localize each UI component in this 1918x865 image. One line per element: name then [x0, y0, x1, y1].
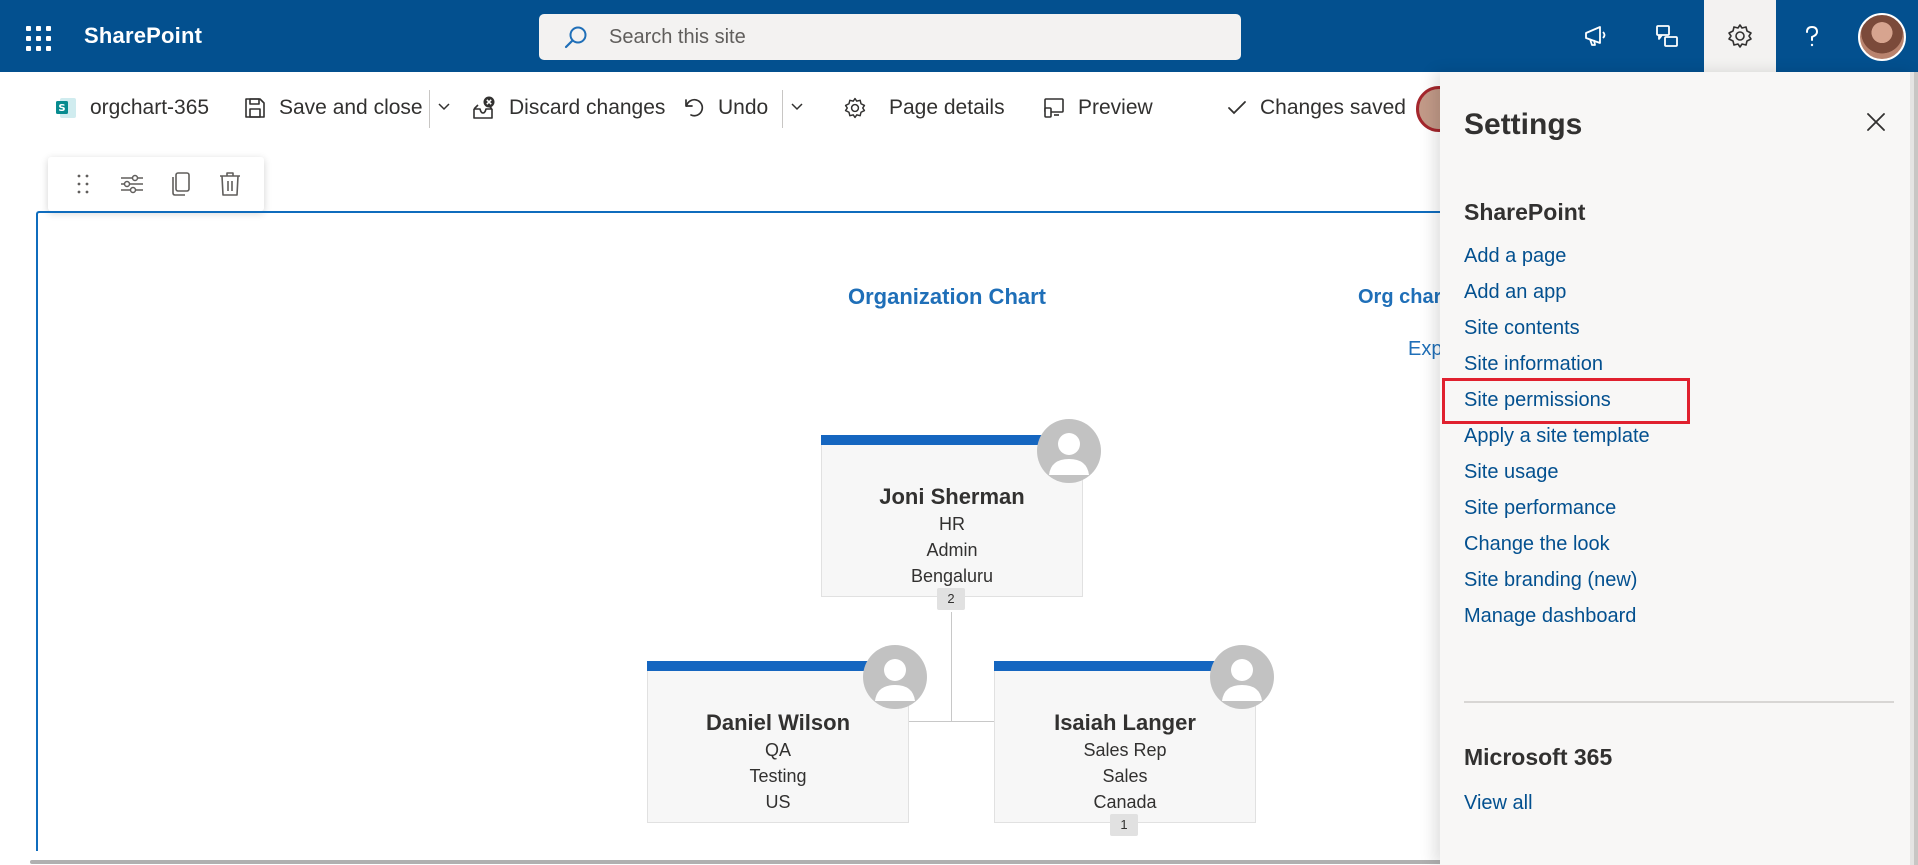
save-and-close-label: Save and close: [279, 96, 423, 119]
divider: [429, 90, 430, 128]
discard-icon: [471, 95, 497, 121]
panel-edge: [1914, 72, 1918, 865]
manage-dashboard-link[interactable]: Manage dashboard: [1464, 605, 1636, 628]
help-icon[interactable]: [1776, 0, 1848, 72]
checkmark-icon: [1226, 97, 1248, 119]
settings-title: Settings: [1464, 108, 1583, 141]
add-a-page-link[interactable]: Add a page: [1464, 245, 1566, 268]
gear-icon: [843, 96, 867, 120]
person-department: Admin: [926, 540, 978, 560]
undo-button[interactable]: Undo: [682, 90, 768, 126]
webpart-toolbar: [48, 157, 264, 211]
preview-label: Preview: [1078, 96, 1153, 119]
site-branding-link[interactable]: Site branding (new): [1464, 569, 1637, 592]
announcement-icon[interactable]: [1560, 0, 1632, 72]
save-icon: [243, 96, 267, 120]
save-and-close-button[interactable]: Save and close: [243, 90, 423, 126]
connector-line: [951, 612, 952, 722]
person-department: Testing: [749, 766, 807, 786]
site-information-link[interactable]: Site information: [1464, 353, 1603, 376]
person-title: QA: [764, 740, 791, 760]
apply-site-template-link[interactable]: Apply a site template: [1464, 425, 1650, 448]
highlight-box: [1442, 378, 1690, 424]
command-bar: S orgchart-365 Save and close Discard ch…: [0, 72, 1462, 146]
undo-label: Undo: [718, 96, 769, 119]
site-performance-link[interactable]: Site performance: [1464, 497, 1616, 520]
discard-changes-label: Discard changes: [509, 96, 666, 119]
svg-text:S: S: [58, 103, 65, 114]
person-avatar-icon: [1210, 645, 1274, 709]
discard-changes-button[interactable]: Discard changes: [471, 90, 665, 126]
report-count-badge[interactable]: 1: [1110, 814, 1138, 836]
expand-link[interactable]: Exp: [1408, 338, 1442, 361]
brand-name[interactable]: SharePoint: [84, 23, 202, 49]
page-name-label: orgchart-365: [90, 96, 210, 119]
app-launcher-icon[interactable]: [20, 20, 52, 52]
chevron-down-icon[interactable]: [790, 99, 804, 113]
page-details-button[interactable]: Page details: [843, 90, 1005, 126]
person-name: Isaiah Langer: [1054, 710, 1196, 735]
org-chart-secondary-title: Org char: [1358, 286, 1442, 308]
undo-icon: [682, 96, 706, 120]
person-avatar-icon: [863, 645, 927, 709]
person-location: US: [765, 792, 791, 812]
close-icon[interactable]: [1858, 104, 1894, 140]
edit-properties-icon[interactable]: [114, 166, 150, 202]
sharepoint-section-heading: SharePoint: [1464, 199, 1586, 225]
horizontal-scrollbar[interactable]: [30, 860, 1442, 864]
person-title: HR: [939, 514, 965, 534]
preview-button[interactable]: Preview: [1042, 90, 1153, 126]
site-usage-link[interactable]: Site usage: [1464, 461, 1559, 484]
suite-bar: SharePoint: [0, 0, 1918, 72]
person-location: Canada: [1093, 792, 1157, 812]
duplicate-icon[interactable]: [163, 166, 199, 202]
chevron-down-icon[interactable]: [437, 99, 451, 113]
drag-handle-icon[interactable]: [65, 166, 101, 202]
panel-divider: [1464, 701, 1894, 703]
site-contents-link[interactable]: Site contents: [1464, 317, 1580, 340]
microsoft-365-section-heading: Microsoft 365: [1464, 744, 1613, 770]
sharepoint-page-icon: S: [54, 96, 78, 120]
search-icon: [564, 26, 587, 49]
delete-icon[interactable]: [212, 166, 248, 202]
page-name[interactable]: S orgchart-365: [54, 90, 209, 126]
divider: [782, 90, 783, 128]
user-avatar[interactable]: [1858, 13, 1906, 61]
feedback-icon[interactable]: [1631, 0, 1703, 72]
person-avatar-icon: [1037, 419, 1101, 483]
person-department: Sales: [1102, 766, 1148, 786]
search-box[interactable]: [539, 14, 1241, 60]
org-chart-title: Organization Chart: [848, 284, 1047, 309]
report-count-badge[interactable]: 2: [937, 588, 965, 610]
person-name: Daniel Wilson: [705, 710, 851, 735]
settings-panel: Settings SharePoint Add a page Add an ap…: [1440, 72, 1918, 865]
person-name: Joni Sherman: [879, 484, 1025, 509]
view-all-link[interactable]: View all: [1464, 792, 1533, 815]
person-location: Bengaluru: [910, 566, 994, 586]
preview-icon: [1042, 96, 1066, 120]
change-the-look-link[interactable]: Change the look: [1464, 533, 1610, 556]
search-input[interactable]: [609, 14, 1209, 60]
page-details-label: Page details: [889, 96, 1005, 119]
settings-gear-icon[interactable]: [1704, 0, 1776, 72]
person-title: Sales Rep: [1083, 740, 1167, 760]
add-an-app-link[interactable]: Add an app: [1464, 281, 1566, 304]
connector-line: [908, 721, 996, 722]
save-status-label: Changes saved: [1260, 96, 1406, 119]
save-status: Changes saved: [1226, 90, 1406, 126]
